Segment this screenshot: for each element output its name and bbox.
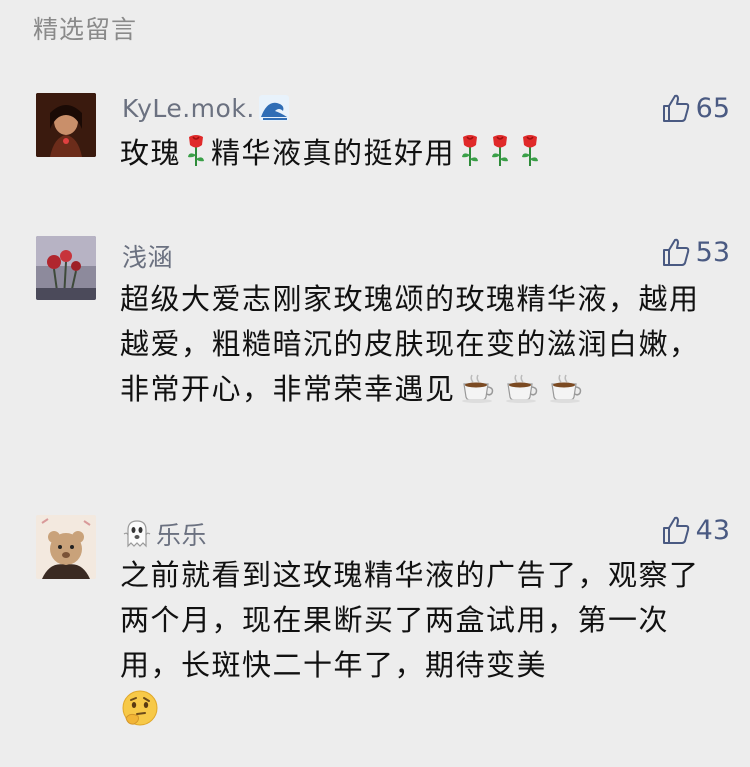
comment-text: 超级大爱志刚家玫瑰颂的玫瑰精华液，越用越爱，粗糙暗沉的皮肤现在变的滋润白嫩，非常… <box>120 277 720 416</box>
comment-text: 之前就看到这玫瑰精华液的广告了，观察了两个月，现在果断买了两盒试用，第一次用，长… <box>120 553 720 741</box>
like-button[interactable]: 53 <box>660 236 730 268</box>
coffee-icon <box>548 371 584 416</box>
comment-text: 玫瑰 精华液真的挺好用 <box>120 131 720 180</box>
avatar-photo <box>36 515 96 579</box>
rose-icon <box>459 133 481 180</box>
commenter-name[interactable]: KyLe.mok. <box>122 94 293 127</box>
ghost-icon <box>122 518 152 554</box>
rose-icon <box>489 133 511 180</box>
thinking-face-icon <box>120 688 160 741</box>
like-count: 43 <box>695 514 730 546</box>
avatar-photo <box>36 93 96 157</box>
avatar-photo <box>36 236 96 300</box>
thumbs-up-icon <box>662 516 689 544</box>
coffee-icon <box>504 371 540 416</box>
rose-icon <box>185 133 207 180</box>
section-title: 精选留言 <box>33 15 138 44</box>
coffee-icon <box>460 371 496 416</box>
avatar[interactable] <box>36 515 96 579</box>
like-count: 65 <box>695 92 730 124</box>
rose-icon <box>519 133 541 180</box>
thumbs-up-icon <box>662 94 689 122</box>
avatar[interactable] <box>36 236 96 300</box>
avatar[interactable] <box>36 93 96 157</box>
wave-icon <box>258 95 289 127</box>
commenter-name[interactable]: 浅涵 <box>122 238 173 274</box>
commenter-name[interactable]: 乐乐 <box>122 516 207 554</box>
like-button[interactable]: 65 <box>660 92 730 124</box>
thumbs-up-icon <box>662 238 689 266</box>
like-count: 53 <box>695 236 730 268</box>
like-button[interactable]: 43 <box>660 514 730 546</box>
